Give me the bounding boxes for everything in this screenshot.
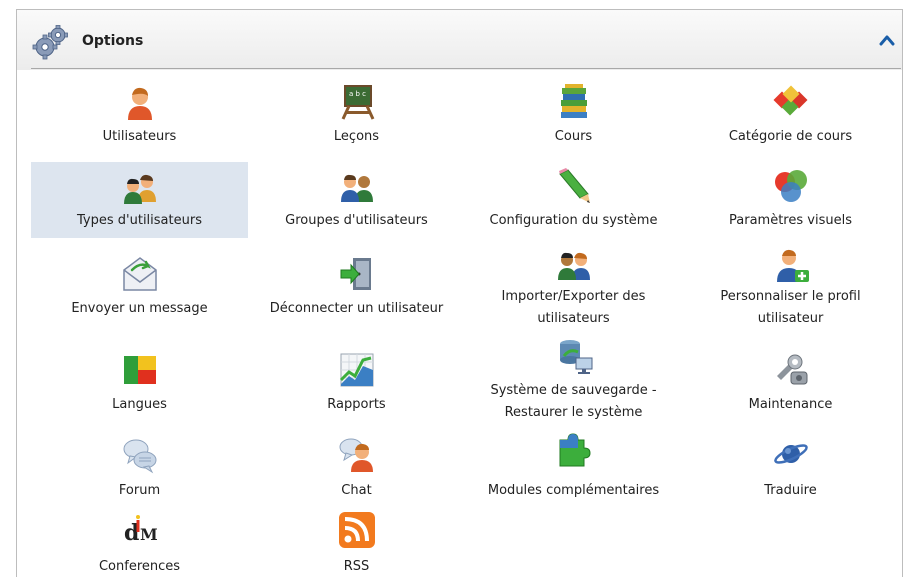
option-forum[interactable]: Forum [31, 428, 248, 504]
options-panel: Options Utilisateurs a b c Leçons Cours … [16, 9, 903, 577]
chat-user-icon [339, 438, 373, 472]
option-user-types[interactable]: Types d'utilisateurs [31, 162, 248, 238]
cubes-icon [773, 85, 807, 116]
svg-text:a b c: a b c [349, 90, 366, 98]
backup-icon [559, 340, 592, 374]
option-label: RSS [343, 559, 370, 574]
option-label: Importer/Exporter des utilisateurs [501, 289, 646, 326]
option-courses[interactable]: Cours [465, 80, 682, 156]
option-translate[interactable]: Traduire [682, 428, 899, 504]
users-exchange-icon [557, 252, 590, 280]
pencil-icon [558, 168, 590, 203]
option-label: Traduire [764, 483, 817, 498]
option-label: Paramètres visuels [729, 213, 852, 228]
option-visual-settings[interactable]: Paramètres visuels [682, 162, 899, 238]
option-label: Configuration du système [489, 213, 658, 228]
envelope-icon [122, 257, 157, 291]
option-label: Système de sauvegarde - Restaurer le sys… [490, 383, 657, 420]
option-maintenance[interactable]: Maintenance [682, 342, 899, 422]
option-label: Forum [118, 483, 161, 498]
option-customize-profile[interactable]: Personnaliser le profil utilisateur [682, 242, 899, 342]
option-label: Catégorie de cours [728, 129, 853, 144]
option-course-category[interactable]: Catégorie de cours [682, 80, 899, 156]
user-add-icon [776, 249, 809, 282]
chart-icon [339, 353, 373, 387]
option-label: Groupes d'utilisateurs [285, 213, 428, 228]
option-label: Utilisateurs [102, 129, 177, 144]
option-label: Rapports [327, 397, 386, 412]
svg-text:M: M [140, 525, 158, 544]
option-import-export-users[interactable]: Importer/Exporter des utilisateurs [465, 242, 682, 342]
option-label: Modules complémentaires [487, 483, 660, 498]
option-label: Personnaliser le profil utilisateur [720, 289, 861, 326]
option-system-config[interactable]: Configuration du système [465, 162, 682, 238]
option-label: Envoyer un message [71, 301, 208, 316]
gears-icon [32, 25, 68, 60]
option-languages[interactable]: Langues [31, 342, 248, 422]
option-rss[interactable]: RSS [248, 504, 465, 577]
option-user-groups[interactable]: Groupes d'utilisateurs [248, 162, 465, 238]
user-group-icon [340, 174, 373, 202]
option-chat[interactable]: Chat [248, 428, 465, 504]
option-label: Leçons [333, 129, 380, 144]
option-label: Cours [554, 129, 593, 144]
books-icon [560, 84, 587, 118]
panel-header: Options [17, 10, 902, 70]
option-label: Chat [341, 483, 372, 498]
tools-icon [776, 354, 807, 385]
option-label: Déconnecter un utilisateur [269, 301, 444, 316]
panel-title: Options [82, 33, 144, 49]
option-lessons[interactable]: a b c Leçons [248, 80, 465, 156]
option-label: Langues [112, 397, 167, 412]
chalkboard-icon: a b c [341, 85, 374, 120]
option-conferences[interactable]: d M Conferences [31, 504, 248, 577]
options-grid: Utilisateurs a b c Leçons Cours Catégori… [31, 80, 901, 577]
logout-door-icon [340, 258, 371, 290]
option-send-message[interactable]: Envoyer un message [31, 246, 248, 342]
dim-logo-icon: d M [124, 515, 158, 546]
user-types-icon [123, 174, 156, 204]
option-add-on-modules[interactable]: Modules complémentaires [465, 428, 682, 504]
header-divider [31, 68, 901, 69]
user-icon [127, 87, 152, 120]
option-users[interactable]: Utilisateurs [31, 80, 248, 156]
rss-icon [338, 512, 375, 548]
speech-bubbles-icon [123, 439, 156, 474]
color-circles-icon [774, 170, 807, 202]
chevron-up-icon[interactable] [879, 34, 895, 46]
option-reports[interactable]: Rapports [248, 342, 465, 422]
option-disconnect-user[interactable]: Déconnecter un utilisateur [248, 246, 465, 342]
puzzle-icon [559, 433, 591, 467]
flag-icon [123, 356, 156, 384]
planet-icon [773, 444, 808, 464]
option-label: Conferences [98, 559, 181, 574]
option-label: Types d'utilisateurs [77, 213, 202, 228]
option-label: Maintenance [748, 397, 833, 412]
option-backup-restore[interactable]: Système de sauvegarde - Restaurer le sys… [465, 340, 682, 426]
